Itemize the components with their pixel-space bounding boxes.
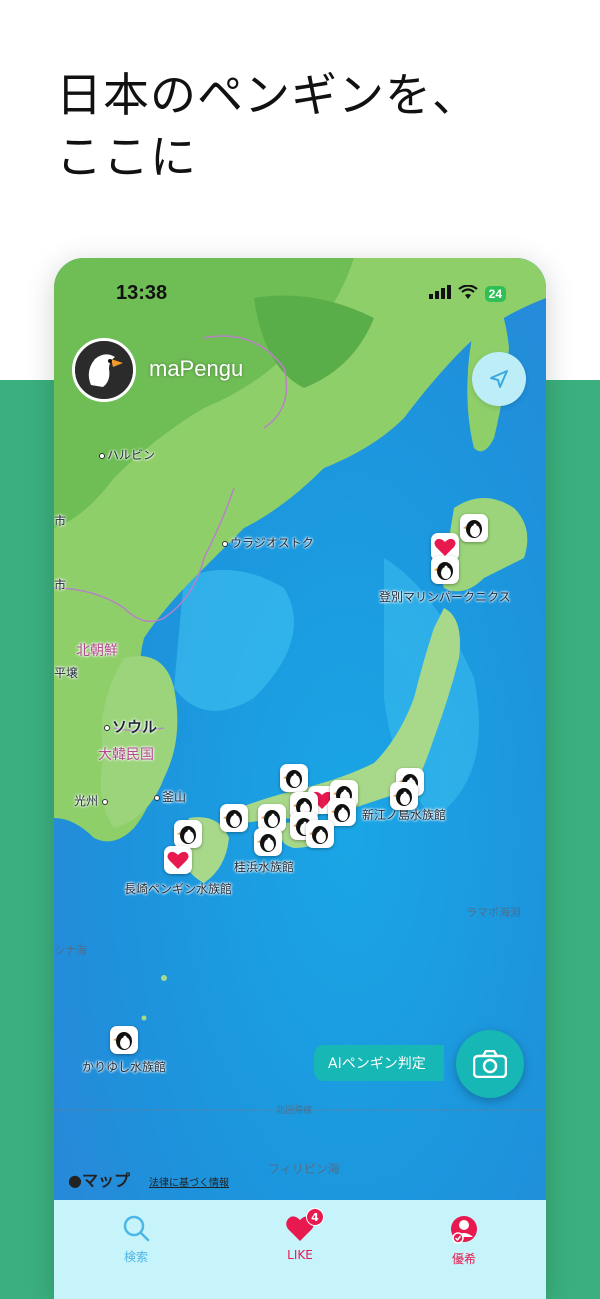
search-icon bbox=[123, 1215, 150, 1242]
place-label-nagasaki[interactable]: 長崎ペンギン水族館 bbox=[124, 880, 232, 897]
ai-penguin-judge-button[interactable]: AIペンギン判定 bbox=[314, 1045, 444, 1081]
penguin-icon bbox=[463, 520, 482, 538]
map-label-seoul: ソウル bbox=[104, 716, 157, 737]
penguin-icon bbox=[309, 826, 328, 844]
tab-like[interactable]: 4 LIKE bbox=[240, 1208, 360, 1262]
penguin-icon bbox=[177, 826, 196, 844]
tab-search-label: 検索 bbox=[123, 1250, 148, 1264]
user-badge-icon bbox=[451, 1216, 477, 1244]
legal-info-link[interactable]: 法律に基づく情報 bbox=[149, 1174, 229, 1189]
app-name: maPengu bbox=[149, 356, 244, 381]
penguin-icon bbox=[393, 788, 412, 806]
penguin-pin[interactable] bbox=[460, 514, 488, 542]
penguin-icon bbox=[113, 1032, 132, 1050]
camera-icon bbox=[473, 1050, 507, 1078]
penguin-pin[interactable] bbox=[390, 782, 418, 810]
penguin-icon bbox=[261, 810, 280, 828]
penguin-logo-icon bbox=[75, 341, 133, 399]
status-time: 13:38 bbox=[116, 282, 168, 304]
tab-search[interactable]: 検索 bbox=[76, 1214, 196, 1265]
promo-title: 日本のペンギンを、 ここに bbox=[56, 68, 479, 184]
app-logo bbox=[72, 338, 136, 402]
penguin-pin[interactable] bbox=[110, 1026, 138, 1054]
map-label-harbin: ハルビン bbox=[99, 446, 155, 463]
map-label-ramapo: ラマポ海淵 bbox=[466, 906, 521, 919]
penguin-pin[interactable] bbox=[280, 764, 308, 792]
map-label-city-edge: 市 bbox=[54, 514, 67, 528]
like-count-badge: 4 bbox=[306, 1208, 324, 1226]
penguin-icon bbox=[283, 770, 302, 788]
current-location-button[interactable] bbox=[472, 352, 526, 406]
penguin-pin[interactable] bbox=[254, 828, 282, 856]
tab-like-label: LIKE bbox=[287, 1248, 313, 1262]
map-label-north-korea: 北朝鮮 bbox=[76, 643, 118, 659]
tab-rare[interactable]: 優希 bbox=[404, 1214, 524, 1267]
penguin-icon bbox=[223, 810, 242, 828]
map-label-south-korea: 大韓民国 bbox=[98, 747, 154, 763]
penguin-pin[interactable] bbox=[431, 556, 459, 584]
apple-logo-icon: ● bbox=[68, 1171, 82, 1190]
penguin-icon bbox=[331, 804, 350, 822]
map-label-busan: 釜山 bbox=[154, 788, 186, 805]
penguin-pin[interactable] bbox=[220, 804, 248, 832]
map-attribution: ●マップ bbox=[68, 1171, 130, 1190]
battery-indicator: 24 bbox=[484, 285, 506, 302]
phone-screen: 13:38 24 maPengu ハルビン 市 ウラジオストク 市 北朝鮮 平壌… bbox=[54, 258, 546, 1299]
penguin-icon bbox=[434, 562, 453, 580]
wifi-icon bbox=[457, 284, 478, 303]
place-label-noboribetsu[interactable]: 登別マリンパークニクス bbox=[379, 588, 511, 605]
place-label-kariyushi[interactable]: かりゆし水族館 bbox=[82, 1058, 166, 1075]
penguin-pin[interactable] bbox=[306, 820, 334, 848]
tab-rare-label: 優希 bbox=[451, 1252, 476, 1266]
map-label-pyongyang: 平壌 bbox=[54, 666, 79, 680]
location-arrow-icon bbox=[490, 370, 508, 388]
signal-icon bbox=[428, 284, 451, 303]
map-label-east-china-sea: シナ海 bbox=[54, 944, 87, 957]
map-label-gwangju: 光州 bbox=[74, 792, 110, 809]
status-icons: 24 bbox=[428, 284, 506, 303]
map-label-philippine-sea: フィリピン海 bbox=[268, 1162, 340, 1176]
penguin-pin[interactable] bbox=[174, 820, 202, 848]
map-label-city-edge-2: 市 bbox=[54, 578, 67, 592]
place-label-katsurahama[interactable]: 桂浜水族館 bbox=[234, 858, 294, 875]
map-label-tropic: 北回帰線 bbox=[276, 1106, 313, 1116]
heart-icon bbox=[167, 851, 189, 869]
heart-pin[interactable] bbox=[164, 846, 192, 874]
penguin-icon bbox=[257, 834, 276, 852]
camera-button[interactable] bbox=[456, 1030, 524, 1098]
tab-bar: 検索 4 LIKE 優希 bbox=[54, 1200, 546, 1299]
map-label-vladivostok: ウラジオストク bbox=[222, 534, 314, 551]
